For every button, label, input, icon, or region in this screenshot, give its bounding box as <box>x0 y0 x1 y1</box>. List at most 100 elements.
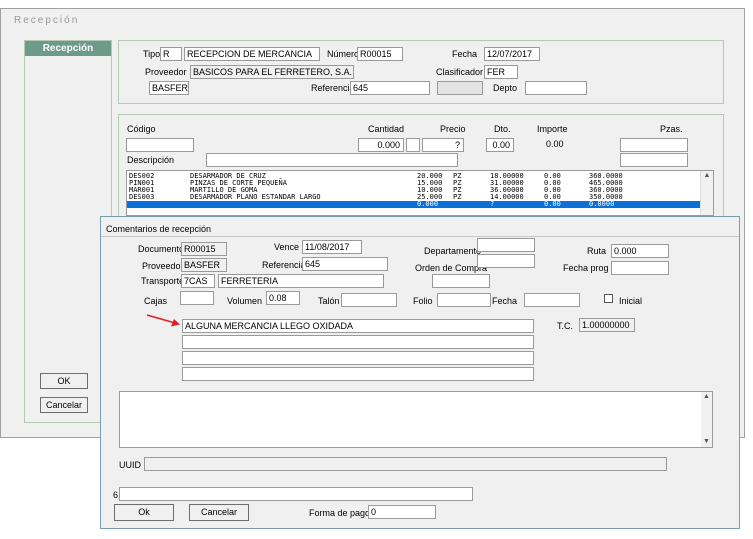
folio-field[interactable] <box>437 293 491 307</box>
comment-line-4[interactable] <box>182 367 534 381</box>
referencia-label: Referencia <box>311 83 355 93</box>
pzas-field-2[interactable] <box>620 153 688 167</box>
dlg-fecha-label: Fecha <box>492 296 518 306</box>
numero-field[interactable]: R00015 <box>357 47 403 61</box>
forma-pago-label: Forma de pago <box>309 508 371 518</box>
proveedor-label: Proveedor <box>145 67 187 77</box>
vence-field[interactable]: 11/08/2017 <box>302 240 362 254</box>
dialog-title: Comentarios de recepción <box>106 224 212 234</box>
cajas-label: Cajas <box>144 296 168 306</box>
comment-line-2[interactable] <box>182 335 534 349</box>
cell-dto: 0.00 <box>544 200 561 208</box>
fecha-field[interactable]: 12/07/2017 <box>484 47 540 61</box>
cantidad-label: Cantidad <box>368 124 405 134</box>
tipo-desc-field[interactable]: RECEPCION DE MERCANCIA <box>184 47 320 61</box>
pzas-field[interactable] <box>620 138 688 152</box>
ruta-field[interactable]: 0.000 <box>611 244 669 258</box>
table-row[interactable]: DES003 DESARMADOR PLANO ESTANDAR LARGO 25.… <box>127 194 701 201</box>
clasificador-label: Clasificador <box>436 67 484 77</box>
tc-label: T.C. <box>557 321 574 331</box>
table-row[interactable]: 0.000? 0.00 0.0000 <box>127 201 701 208</box>
six-label: 6 <box>113 490 119 500</box>
dto-field[interactable]: 0.00 <box>486 138 514 152</box>
vence-label: Vence <box>274 242 300 252</box>
dlg-proveedor-field: BASFER <box>181 258 227 272</box>
clasificador-field[interactable]: FER <box>484 65 518 79</box>
dlg-referencia-label: Referencia <box>262 260 306 270</box>
dialog-ok-button[interactable]: Ok <box>114 504 174 521</box>
transporte-code-field[interactable]: 7CAS <box>181 274 215 288</box>
memo-scroll-up-icon[interactable]: ▲ <box>701 392 712 402</box>
cell-unit: PZ <box>453 193 462 201</box>
proveedor-name-field: BASICOS PARA EL FERRETERO, S.A. <box>190 65 354 79</box>
dlg-referencia-field[interactable]: 645 <box>302 257 388 271</box>
extra-field[interactable] <box>432 274 490 288</box>
documento-label: Documento <box>138 244 185 254</box>
inicial-checkbox[interactable] <box>604 294 613 303</box>
descripcion-label: Descripción <box>127 155 175 165</box>
fecha-prog-field[interactable] <box>611 261 669 275</box>
red-arrow-icon <box>146 314 180 327</box>
codigo-label: Código <box>127 124 156 134</box>
items-grid[interactable]: DES002 DESARMADOR DE CRUZ 20.000 PZ 18.00000… <box>126 170 714 216</box>
forma-pago-field[interactable]: 0 <box>368 505 436 519</box>
dialog-cancel-button[interactable]: Cancelar <box>189 504 249 521</box>
dialog-title-divider <box>101 236 739 237</box>
documento-field: R00015 <box>181 242 227 256</box>
unit-field[interactable] <box>406 138 420 152</box>
proveedor-code-field[interactable]: BASFER <box>149 81 189 95</box>
side-panel-title: Recepción <box>42 43 94 54</box>
depto-field[interactable] <box>525 81 587 95</box>
side-panel <box>24 40 112 423</box>
pzas-label: Pzas. <box>660 124 683 134</box>
transporte-label: Transporte <box>141 276 185 286</box>
ruta-label: Ruta <box>587 246 607 256</box>
importe-value: 0.00 <box>546 139 564 149</box>
six-field[interactable] <box>119 487 473 501</box>
cajas-field[interactable] <box>180 291 214 305</box>
cell-amount: 0.0000 <box>589 200 615 208</box>
tc-field: 1.00000000 <box>579 318 635 332</box>
dlg-fecha-field[interactable] <box>524 293 580 307</box>
memo-scrollbar[interactable]: ▲ ▼ <box>701 392 712 447</box>
volumen-field[interactable]: 0.08 <box>266 291 300 305</box>
dlg-proveedor-label: Proveedor <box>142 261 184 271</box>
memo-area[interactable]: ▲ ▼ <box>119 391 713 448</box>
inicial-label: Inicial <box>619 296 643 306</box>
orden-field[interactable] <box>477 254 535 268</box>
cell-desc: DESARMADOR PLANO ESTANDAR LARGO <box>190 193 321 201</box>
ok-button[interactable]: OK <box>40 373 88 389</box>
memo-scroll-down-icon[interactable]: ▼ <box>701 437 712 447</box>
referencia-field[interactable]: 645 <box>350 81 430 95</box>
precio-label: Precio <box>440 124 466 134</box>
cell-code: DES003 <box>129 193 155 201</box>
uuid-label: UUID <box>119 460 141 470</box>
comment-line-3[interactable] <box>182 351 534 365</box>
departamento-field[interactable] <box>477 238 535 252</box>
cancel-button[interactable]: Cancelar <box>40 397 88 413</box>
folio-label: Folio <box>413 296 433 306</box>
cell-qty: 0.000 <box>417 200 439 208</box>
precio-field[interactable]: ? <box>422 138 464 152</box>
fecha-label: Fecha <box>452 49 478 59</box>
grid-scrollbar[interactable]: ▲ <box>700 171 713 215</box>
codigo-field[interactable] <box>126 138 194 152</box>
side-panel-header: Recepción <box>25 41 111 56</box>
transporte-name-field[interactable]: FERRETERIA <box>218 274 384 288</box>
tipo-field[interactable]: R <box>160 47 182 61</box>
talon-field[interactable] <box>341 293 397 307</box>
blank-button[interactable] <box>437 81 483 95</box>
cell-price: 14.00000 <box>490 193 524 201</box>
main-window-title: Recepción <box>14 15 80 26</box>
scroll-up-icon[interactable]: ▲ <box>701 171 713 181</box>
tipo-label: Tipo <box>143 49 161 59</box>
comment-line-1[interactable]: ALGUNA MERCANCIA LLEGO OXIDADA <box>182 319 534 333</box>
volumen-label: Volumen <box>227 296 263 306</box>
cantidad-field[interactable]: 0.000 <box>358 138 404 152</box>
importe-label: Importe <box>537 124 568 134</box>
numero-label: Número <box>327 49 360 59</box>
talon-label: Talón <box>318 296 340 306</box>
departamento-label: Departamento <box>424 246 482 256</box>
depto-label: Depto <box>493 83 518 93</box>
descripcion-field[interactable] <box>206 153 458 167</box>
